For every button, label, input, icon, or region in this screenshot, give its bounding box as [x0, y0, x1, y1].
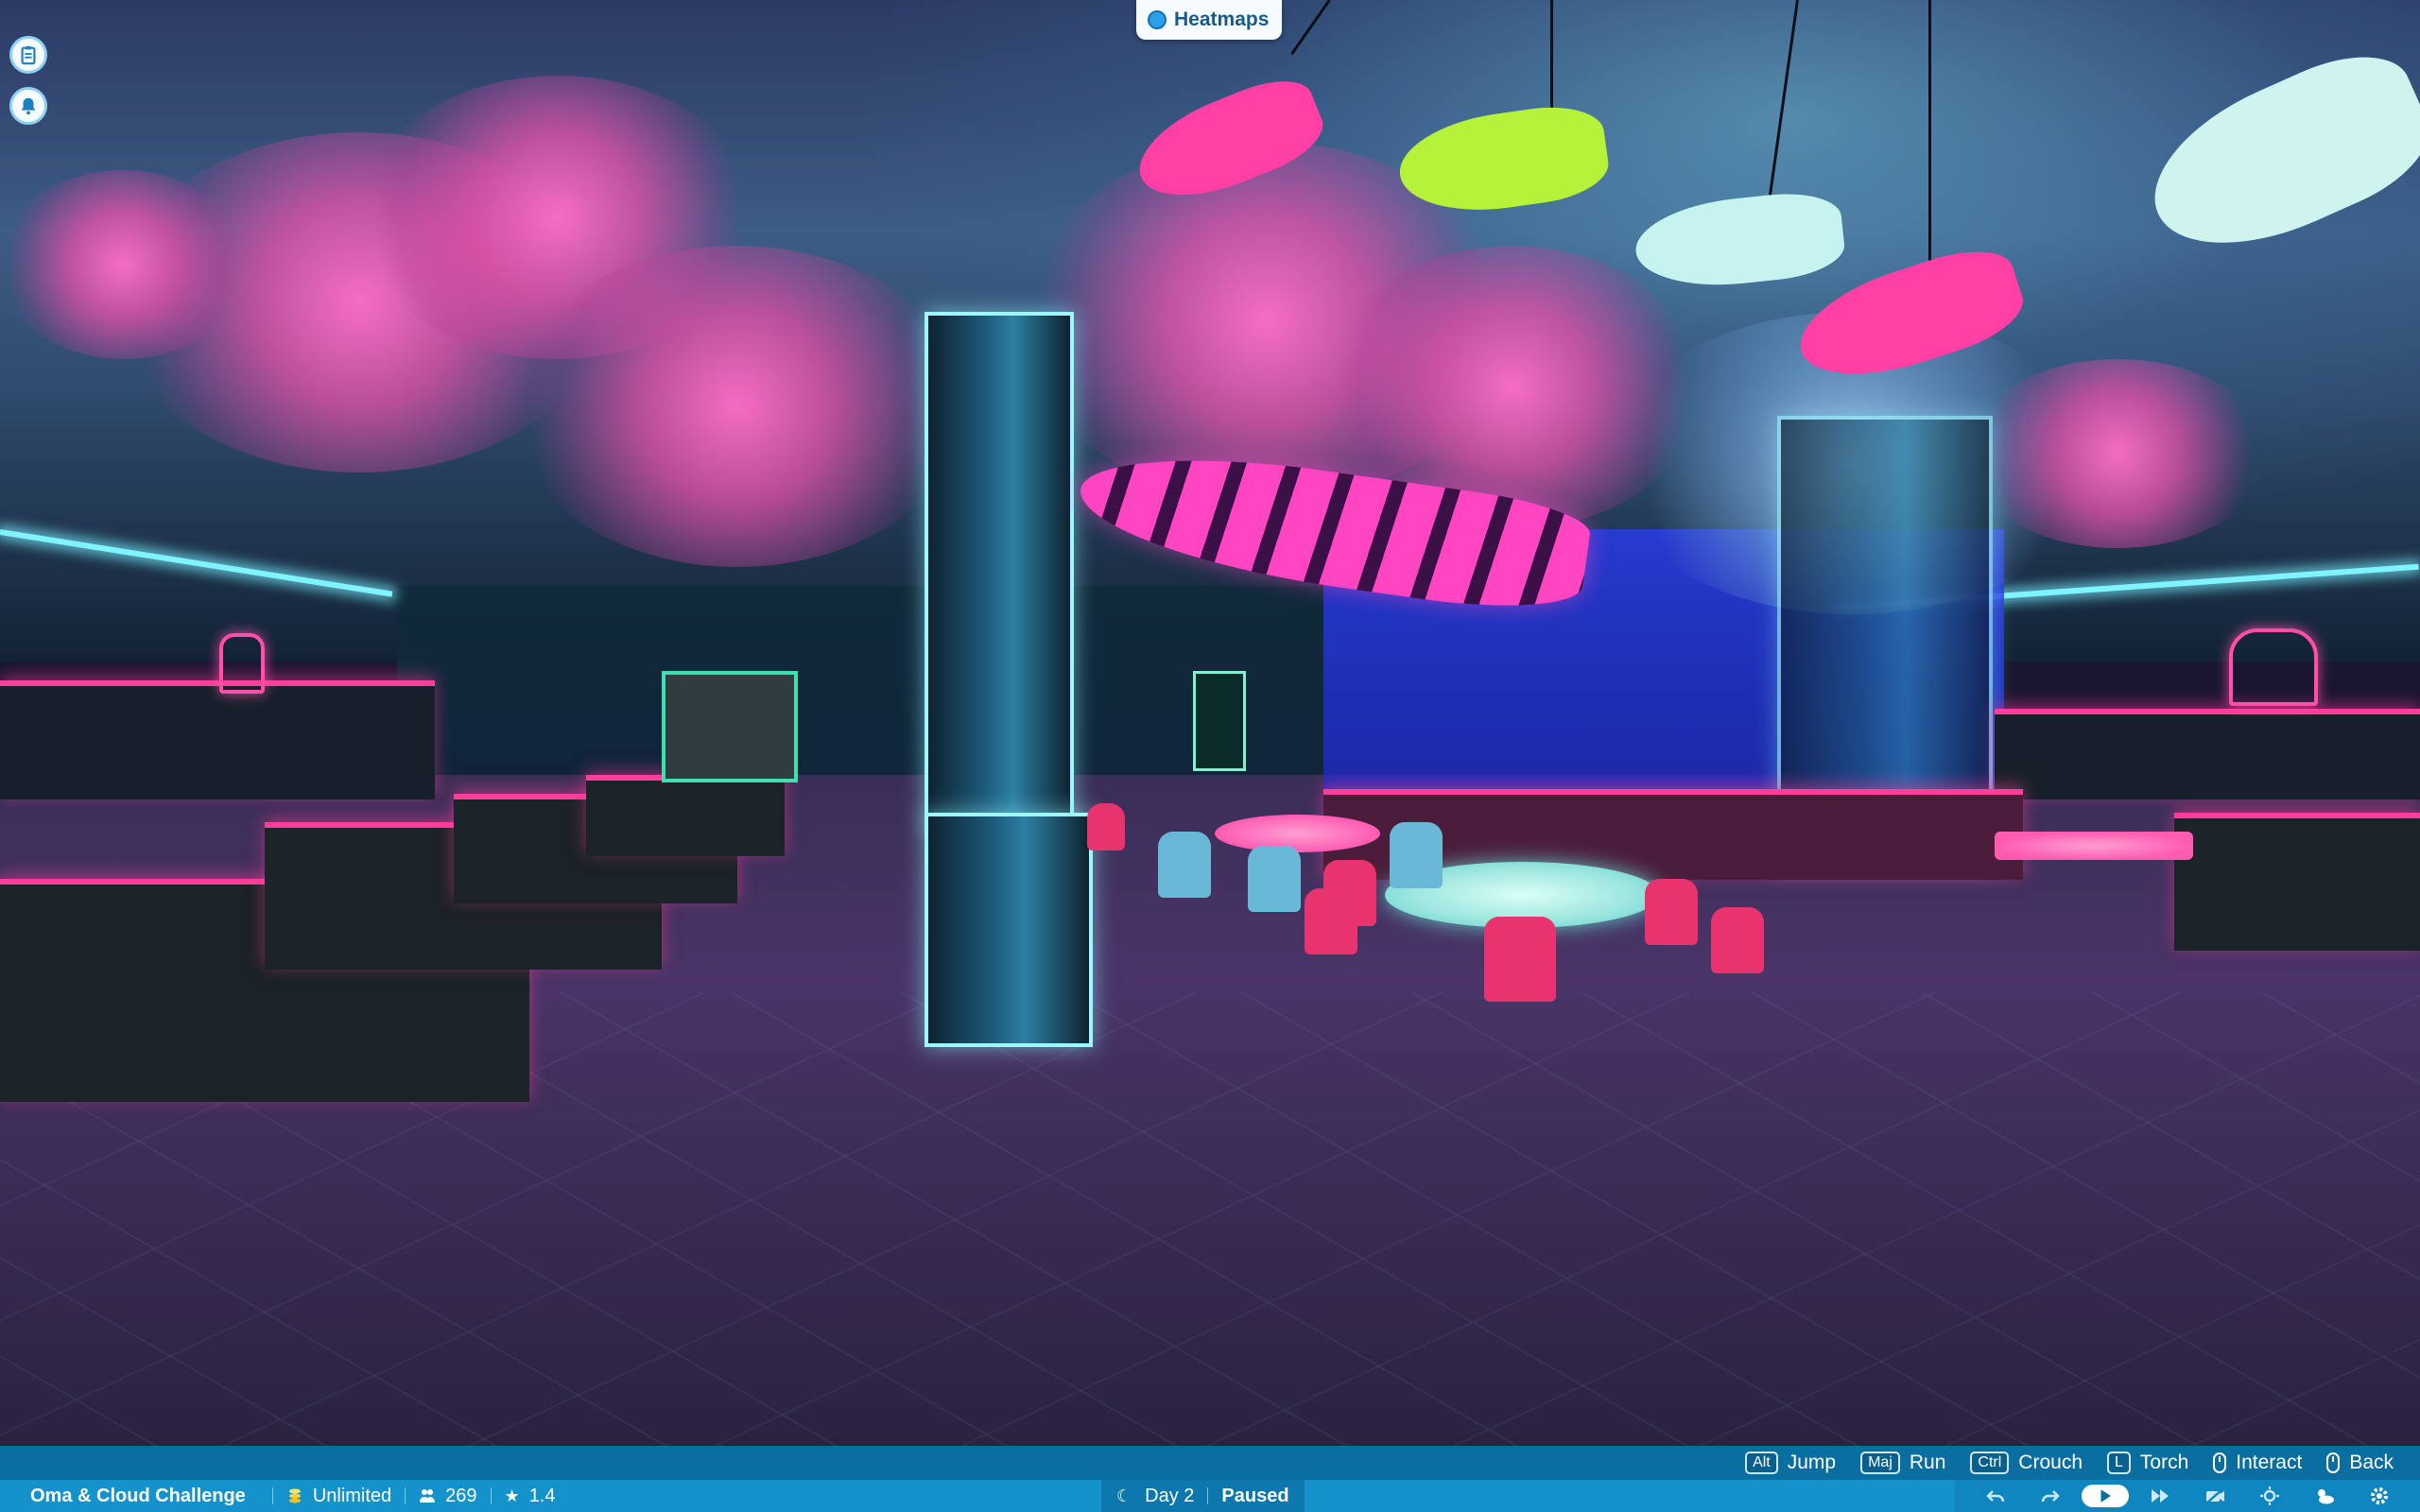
settings-icon: [2371, 1487, 2388, 1504]
exit-door: [662, 671, 798, 782]
divider: [490, 1487, 492, 1504]
key-badge: L: [2107, 1452, 2131, 1474]
blossom-cluster: [510, 246, 964, 567]
chair: [1248, 846, 1301, 912]
undo-icon: [1986, 1490, 2005, 1503]
notifications-button[interactable]: [9, 87, 47, 125]
heatmaps-label: Heatmaps: [1174, 9, 1270, 30]
rating-stat[interactable]: ★ 1.4: [505, 1486, 556, 1507]
chair: [1484, 917, 1556, 1002]
time-panel: ☾ Day 2 Paused: [1101, 1480, 1305, 1512]
play-pill: [2082, 1485, 2129, 1507]
coffee-sign-left: [219, 633, 265, 694]
hint-label: Interact: [2236, 1452, 2303, 1473]
cloud-sun-icon: [2318, 1489, 2334, 1504]
play-icon: [2100, 1489, 2111, 1503]
money-stat[interactable]: Unlimited: [286, 1486, 391, 1507]
settings-button[interactable]: [2352, 1480, 2407, 1512]
sim-state: Paused: [1221, 1485, 1289, 1506]
upper-booth: [1995, 709, 2420, 799]
pillar-base: [925, 813, 1093, 1047]
fast-forward-icon: [2152, 1489, 2169, 1503]
divider: [405, 1487, 406, 1504]
day-label: Day 2: [1145, 1485, 1195, 1506]
daylight-button[interactable]: [2297, 1480, 2352, 1512]
guests-value: 269: [445, 1485, 477, 1506]
camera-off-icon: [2204, 1486, 2225, 1505]
hint-label: Torch: [2139, 1452, 2189, 1473]
table-pink: [1215, 815, 1380, 852]
chair: [1323, 860, 1376, 926]
guests-stat[interactable]: 269: [419, 1485, 477, 1507]
hint-label: Run: [1909, 1452, 1946, 1473]
hint-label: Back: [2349, 1452, 2394, 1473]
coffee-sign-right: [2229, 628, 2318, 706]
globe-icon: [1148, 10, 1167, 29]
undo-button[interactable]: [1968, 1480, 2023, 1512]
park-info: Oma & Cloud Challenge Unlimited 269 ★ 1.…: [0, 1480, 556, 1512]
chair: [1645, 879, 1698, 945]
aquarium-pillar: [925, 312, 1074, 830]
hint-interact: Interact: [2213, 1452, 2302, 1474]
park-name[interactable]: Oma & Cloud Challenge: [30, 1486, 246, 1507]
coins-icon: [288, 1488, 301, 1503]
booth-seat: [2174, 813, 2420, 951]
hint-label: Crouch: [2018, 1452, 2083, 1473]
hint-jump: Alt Jump: [1745, 1452, 1836, 1474]
divider: [271, 1487, 273, 1504]
weather-icon: [2260, 1486, 2279, 1505]
fish-wire: [1550, 0, 1553, 113]
hint-label: Jump: [1787, 1452, 1837, 1473]
mouse-left-icon: [2213, 1452, 2227, 1473]
divider: [1207, 1487, 1209, 1504]
key-badge: Ctrl: [1970, 1452, 2010, 1474]
redo-icon: [2041, 1490, 2060, 1503]
rating-value: 1.4: [528, 1485, 556, 1506]
upper-booth: [0, 680, 435, 799]
blossom-cluster: [0, 170, 246, 359]
clipboard-icon: [21, 45, 36, 65]
camera-toggle-button[interactable]: [2187, 1480, 2242, 1512]
moon-icon: ☾: [1116, 1486, 1132, 1505]
chair: [1711, 907, 1764, 973]
heatmaps-button[interactable]: Heatmaps: [1136, 0, 1283, 40]
guests-icon: [420, 1489, 436, 1503]
mouse-right-icon: [2326, 1452, 2341, 1473]
chair: [1390, 822, 1443, 888]
fast-forward-button[interactable]: [2133, 1480, 2187, 1512]
game-viewport[interactable]: [0, 0, 2420, 1512]
fish-wire: [1928, 0, 1931, 284]
control-hints-bar: Alt Jump Maj Run Ctrl Crouch L Torch Int…: [0, 1446, 2420, 1480]
booth-seat: [586, 775, 785, 856]
hint-torch: L Torch: [2107, 1452, 2188, 1474]
hint-back: Back: [2326, 1452, 2394, 1474]
clipboard-button[interactable]: [9, 36, 47, 74]
menu-board: [1193, 671, 1246, 771]
redo-button[interactable]: [2023, 1480, 2078, 1512]
bell-icon: [21, 97, 36, 115]
play-button[interactable]: [2078, 1480, 2133, 1512]
status-bar: Oma & Cloud Challenge Unlimited 269 ★ 1.…: [0, 1480, 2420, 1512]
hint-crouch: Ctrl Crouch: [1970, 1452, 2083, 1474]
sim-toolbar: [1955, 1480, 2420, 1512]
blossom-cluster: [1966, 359, 2269, 548]
table-pink: [1995, 832, 2193, 860]
chair: [1087, 803, 1125, 850]
money-value: Unlimited: [312, 1485, 392, 1506]
chair: [1158, 832, 1211, 898]
hint-run: Maj Run: [1860, 1452, 1945, 1474]
weather-button[interactable]: [2242, 1480, 2297, 1512]
key-badge: Maj: [1860, 1452, 1900, 1474]
star-icon: ★: [504, 1486, 520, 1505]
key-badge: Alt: [1745, 1452, 1778, 1474]
